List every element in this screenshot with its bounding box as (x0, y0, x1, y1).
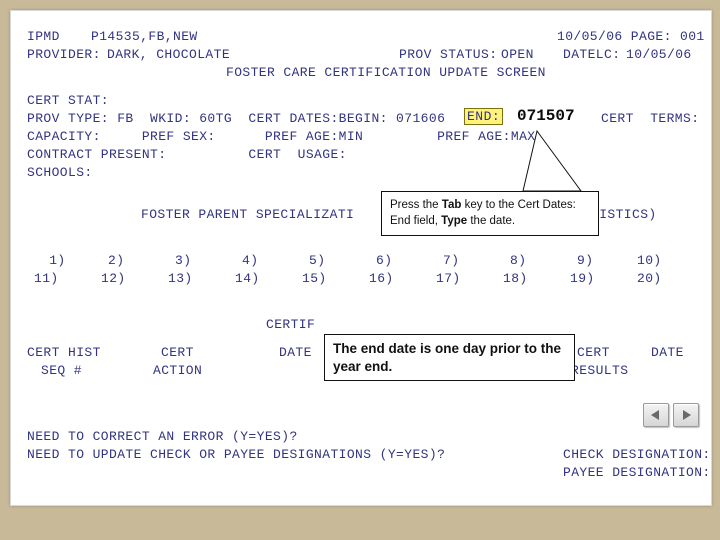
opt-17: 17) (436, 271, 461, 286)
payee-desig: PAYEE DESIGNATION: (563, 465, 711, 480)
opt-18: 18) (503, 271, 528, 286)
datelc-label: DATELC: (563, 47, 620, 62)
check-desig: CHECK DESIGNATION: (563, 447, 711, 462)
program-code: IPMD (27, 29, 60, 44)
provider-value: DARK, CHOCOLATE (107, 47, 230, 62)
callout-tab: Tab (442, 199, 462, 211)
h-date: DATE (279, 345, 312, 360)
opt-6: 6) (376, 253, 392, 268)
schools-line: SCHOOLS: (27, 165, 93, 180)
cert-terms: CERT TERMS: (601, 111, 699, 126)
opt-13: 13) (168, 271, 193, 286)
opt-15: 15) (302, 271, 327, 286)
triangle-right-icon (680, 409, 692, 421)
end-label-highlight: END: (464, 108, 503, 125)
opt-7: 7) (443, 253, 459, 268)
provider-label: PROVIDER: (27, 47, 101, 62)
opt-8: 8) (510, 253, 526, 268)
q-update-check: NEED TO UPDATE CHECK OR PAYEE DESIGNATIO… (27, 447, 445, 462)
triangle-left-icon (650, 409, 662, 421)
slide-stage: IPMD P14535,FB,NEW 10/05/06 PAGE: 001 PR… (0, 0, 720, 540)
spec-tail: RISTICS) (591, 207, 657, 222)
spec-title: FOSTER PARENT SPECIALIZATI (141, 207, 354, 222)
h-date2: DATE (651, 345, 684, 360)
callout-text: Press the (390, 199, 442, 211)
screen-title: FOSTER CARE CERTIFICATION UPDATE SCREEN (226, 65, 546, 80)
h-cert2: CERT (577, 345, 610, 360)
opt-5: 5) (309, 253, 325, 268)
terminal-panel: IPMD P14535,FB,NEW 10/05/06 PAGE: 001 PR… (10, 10, 712, 506)
datelc-value: 10/05/06 (626, 47, 692, 62)
note-callout: The end date is one day prior to the yea… (324, 334, 575, 381)
h-action: ACTION (153, 363, 202, 378)
prov-status-label: PROV STATUS: (399, 47, 497, 62)
h-seq: SEQ # (41, 363, 82, 378)
opt-11: 11) (34, 271, 59, 286)
opt-9: 9) (577, 253, 593, 268)
opt-3: 3) (175, 253, 191, 268)
opt-10: 10) (637, 253, 662, 268)
opt-4: 4) (242, 253, 258, 268)
h-cert: CERT (161, 345, 194, 360)
date-page: 10/05/06 PAGE: 001 (557, 29, 705, 44)
callout-text3: the date. (467, 215, 515, 227)
cert-end-date[interactable]: 071507 (517, 107, 575, 125)
opt-19: 19) (570, 271, 595, 286)
h-cert-hist: CERT HIST (27, 345, 101, 360)
prov-type-line: PROV TYPE: FB WKID: 60TG CERT DATES:BEGI… (27, 111, 445, 126)
h-results: RESULTS (571, 363, 628, 378)
opt-16: 16) (369, 271, 394, 286)
opt-2: 2) (108, 253, 124, 268)
prev-button[interactable] (643, 403, 669, 427)
opt-14: 14) (235, 271, 260, 286)
cert-stat: CERT STAT: (27, 93, 109, 108)
capacity-line: CAPACITY: PREF SEX: PREF AGE:MIN PREF AG… (27, 129, 535, 144)
contract-line: CONTRACT PRESENT: CERT USAGE: (27, 147, 347, 162)
q-correct-error: NEED TO CORRECT AN ERROR (Y=YES)? (27, 429, 298, 444)
next-button[interactable] (673, 403, 699, 427)
prov-status-value: OPEN (501, 47, 534, 62)
program-params: P14535,FB,NEW (91, 29, 198, 44)
callout-type: Type (441, 215, 467, 227)
section-cert: CERTIF (266, 317, 315, 332)
instruction-callout: Press the Tab key to the Cert Dates: End… (381, 191, 599, 236)
opt-20: 20) (637, 271, 662, 286)
opt-12: 12) (101, 271, 126, 286)
opt-1: 1) (41, 253, 74, 268)
